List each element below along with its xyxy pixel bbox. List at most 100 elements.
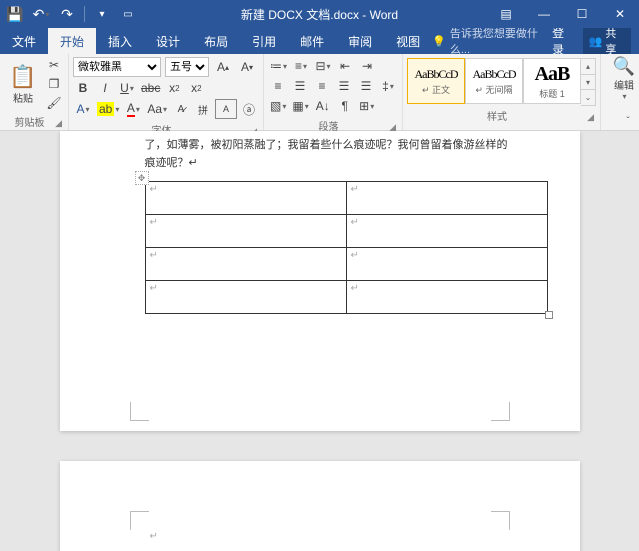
phonetic-button[interactable]: 拼 (193, 100, 213, 118)
page-2[interactable]: ↵ (60, 461, 580, 551)
justify-button[interactable]: ☰ (334, 77, 354, 95)
qat-separator (84, 6, 85, 22)
table-row: ↵↵ (145, 248, 547, 281)
show-marks-button[interactable]: ¶ (335, 97, 355, 115)
clear-format-button[interactable]: A̷ (171, 100, 191, 118)
table-move-handle-icon[interactable]: ✥ (135, 171, 149, 185)
style-normal[interactable]: AaBbCcD ↵ 正文 (407, 58, 465, 104)
table-cell[interactable]: ↵ (145, 281, 346, 314)
tab-review[interactable]: 审阅 (336, 28, 384, 54)
superscript-button[interactable]: x2 (186, 79, 206, 97)
tab-file[interactable]: 文件 (0, 28, 48, 54)
clipboard-icon: 📋 (9, 64, 36, 90)
tab-mailings[interactable]: 邮件 (288, 28, 336, 54)
table-cell[interactable]: ↵ (346, 215, 547, 248)
align-right-button[interactable]: ≡ (312, 77, 332, 95)
tab-layout[interactable]: 布局 (192, 28, 240, 54)
minimize-button[interactable]: ― (525, 0, 563, 28)
styles-down-icon[interactable]: ▾ (581, 75, 595, 91)
distributed-button[interactable]: ☰ (356, 77, 376, 95)
styles-gallery-nav: ▴ ▾ ⌄ (581, 58, 596, 106)
style-no-spacing[interactable]: AaBbCcD ↵ 无间隔 (465, 58, 523, 104)
table-resize-handle-icon[interactable] (545, 311, 553, 319)
asian-layout-button[interactable]: ⊞▾ (357, 97, 377, 115)
table-cell[interactable]: ↵ (346, 281, 547, 314)
tab-references[interactable]: 引用 (240, 28, 288, 54)
cut-button[interactable]: ✂ (44, 56, 64, 74)
highlight-button[interactable]: ab▾ (95, 100, 121, 118)
page-1[interactable]: 了，如薄雾，被初阳蒸融了；我留着些什么痕迹呢？我何曾留着像游丝样的痕迹呢？↵ ✥… (60, 131, 580, 431)
table-cell[interactable]: ↵ (346, 248, 547, 281)
margin-corner-icon (491, 402, 510, 421)
margin-corner-icon (130, 511, 149, 530)
char-border-button[interactable]: A (215, 99, 237, 119)
share-icon: 👥 (589, 35, 603, 48)
format-painter-button[interactable]: 🖌 (44, 94, 64, 112)
tab-design[interactable]: 设计 (144, 28, 192, 54)
tell-me[interactable]: 💡 告诉我您想要做什么... (432, 28, 552, 54)
font-size-select[interactable]: 五号 (165, 57, 209, 77)
paragraph-mark[interactable]: ↵ (150, 531, 158, 542)
grow-font-button[interactable]: A▴ (213, 58, 233, 76)
text-effects-button[interactable]: A▾ (73, 100, 93, 118)
numbering-button[interactable]: ≡▾ (291, 57, 311, 75)
sort-button[interactable]: A↓ (313, 97, 333, 115)
tab-home[interactable]: 开始 (48, 28, 96, 54)
copy-button[interactable]: ❐ (44, 75, 64, 93)
collapse-ribbon-icon[interactable]: ˇ (621, 114, 635, 128)
table-cell[interactable]: ↵ (346, 182, 547, 215)
styles-launcher-icon[interactable]: ◢ (587, 112, 594, 123)
change-case-button[interactable]: Aa▾ (145, 100, 169, 118)
styles-up-icon[interactable]: ▴ (581, 59, 595, 75)
find-icon: 🔍 (613, 56, 635, 77)
paste-button[interactable]: 📋 粘贴 (4, 56, 42, 112)
multilevel-button[interactable]: ⊟▾ (313, 57, 333, 75)
enclose-char-button[interactable]: ⓐ (239, 100, 259, 118)
table-row: ↵↵ (145, 281, 547, 314)
login-link[interactable]: 登录 (552, 24, 575, 58)
tab-insert[interactable]: 插入 (96, 28, 144, 54)
close-button[interactable]: ✕ (601, 0, 639, 28)
underline-button[interactable]: U▾ (117, 79, 137, 97)
tab-view[interactable]: 视图 (384, 28, 432, 54)
subscript-button[interactable]: x2 (164, 79, 184, 97)
table-row: ↵↵ (145, 182, 547, 215)
document-table[interactable]: ↵↵ ↵↵ ↵↵ ↵↵ (145, 181, 548, 314)
editing-button[interactable]: 🔍 编辑 ▾ (605, 56, 639, 101)
styles-more-icon[interactable]: ⌄ (581, 90, 595, 105)
ribbon-options-icon[interactable]: ▤ (487, 0, 525, 28)
qat-customize-icon[interactable]: ▾ (93, 5, 111, 23)
undo-icon[interactable]: ↶▾ (32, 5, 50, 23)
line-spacing-button[interactable]: ‡▾ (378, 77, 398, 95)
table-cell[interactable]: ↵ (145, 215, 346, 248)
bold-button[interactable]: B (73, 79, 93, 97)
align-center-button[interactable]: ☰ (290, 77, 310, 95)
bulb-icon: 💡 (432, 35, 446, 48)
margin-corner-icon (130, 402, 149, 421)
group-clipboard-label: 剪贴板 (4, 112, 55, 131)
increase-indent-button[interactable]: ⇥ (357, 57, 377, 75)
shrink-font-button[interactable]: A▾ (237, 58, 257, 76)
table-cell[interactable]: ↵ (145, 248, 346, 281)
italic-button[interactable]: I (95, 79, 115, 97)
decrease-indent-button[interactable]: ⇤ (335, 57, 355, 75)
align-left-button[interactable]: ≡ (268, 77, 288, 95)
body-text[interactable]: 了，如薄雾，被初阳蒸融了；我留着些什么痕迹呢？我何曾留着像游丝样的痕迹呢？↵ (145, 137, 510, 172)
strikethrough-button[interactable]: abc (139, 79, 162, 97)
clipboard-launcher-icon[interactable]: ◢ (55, 118, 62, 129)
table-cell[interactable]: ↵ (145, 182, 346, 215)
touchmode-icon[interactable]: ▭ (119, 5, 137, 23)
window-title: 新建 DOCX 文档.docx - Word (241, 6, 398, 23)
font-name-select[interactable]: 微软雅黑 (73, 57, 161, 77)
redo-icon[interactable]: ↷ (58, 5, 76, 23)
document-viewport[interactable]: 了，如薄雾，被初阳蒸融了；我留着些什么痕迹呢？我何曾留着像游丝样的痕迹呢？↵ ✥… (0, 131, 639, 551)
borders-button[interactable]: ▦▾ (290, 97, 310, 115)
style-heading1[interactable]: AaB 标题 1 (523, 58, 581, 104)
save-icon[interactable]: 💾 (6, 5, 24, 23)
maximize-button[interactable]: ☐ (563, 0, 601, 28)
bullets-button[interactable]: ≔▾ (268, 57, 289, 75)
font-color-button[interactable]: A▾ (123, 100, 143, 118)
shading-button[interactable]: ▧▾ (268, 97, 288, 115)
table-row: ↵↵ (145, 215, 547, 248)
group-styles-label: 样式 (407, 106, 587, 125)
